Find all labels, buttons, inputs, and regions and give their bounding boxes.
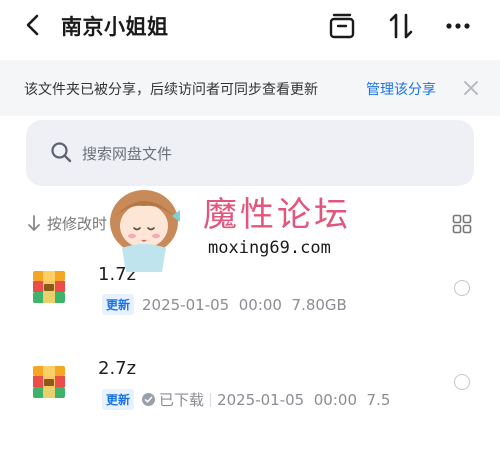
collection-icon[interactable]	[327, 11, 357, 41]
grid-view-icon[interactable]	[452, 214, 472, 234]
file-date: 2025-01-05	[217, 391, 305, 409]
select-radio[interactable]	[454, 374, 470, 390]
file-meta: 更新 已下载 2025-01-05 00:00 7.5	[102, 389, 390, 410]
file-name: 2.7z	[98, 358, 137, 379]
file-meta: 更新 2025-01-05 00:00 7.80GB	[102, 294, 347, 315]
search-input[interactable]: 搜索网盘文件	[26, 120, 474, 186]
manage-share-link[interactable]: 管理该分享	[366, 79, 436, 99]
more-icon[interactable]	[443, 11, 473, 41]
share-notice-text: 该文件夹已被分享，后续访问者可同步查看更新	[24, 82, 318, 98]
sort-toggle-icon[interactable]	[386, 11, 416, 41]
close-icon[interactable]	[462, 79, 480, 97]
file-date: 2025-01-05	[142, 296, 230, 314]
search-icon	[51, 142, 72, 163]
file-row[interactable]: 2.7z 更新 已下载 2025-01-05 00:00 7.5	[0, 328, 500, 410]
update-badge: 更新	[102, 294, 135, 315]
top-bar: 南京小姐姐	[0, 0, 500, 52]
search-placeholder: 搜索网盘文件	[82, 145, 173, 163]
file-size: 7.80GB	[291, 296, 347, 314]
zip-file-icon	[33, 271, 65, 303]
page-title: 南京小姐姐	[61, 15, 169, 39]
watermark-title: 魔性论坛	[203, 195, 351, 235]
file-size: 7.5	[366, 391, 391, 409]
download-status: 已下载	[159, 391, 205, 409]
file-time: 00:00	[238, 296, 282, 314]
zip-file-icon	[33, 366, 65, 398]
update-badge: 更新	[102, 389, 135, 410]
downloaded-check-icon	[142, 393, 156, 406]
share-notice-banner: 该文件夹已被分享，后续访问者可同步查看更新 管理该分享	[0, 60, 500, 116]
select-radio[interactable]	[454, 280, 470, 296]
back-icon[interactable]	[20, 12, 46, 38]
watermark-url: moxing69.com	[208, 238, 331, 258]
sort-down-icon[interactable]	[27, 214, 41, 232]
file-time: 00:00	[313, 391, 357, 409]
divider	[210, 393, 212, 407]
